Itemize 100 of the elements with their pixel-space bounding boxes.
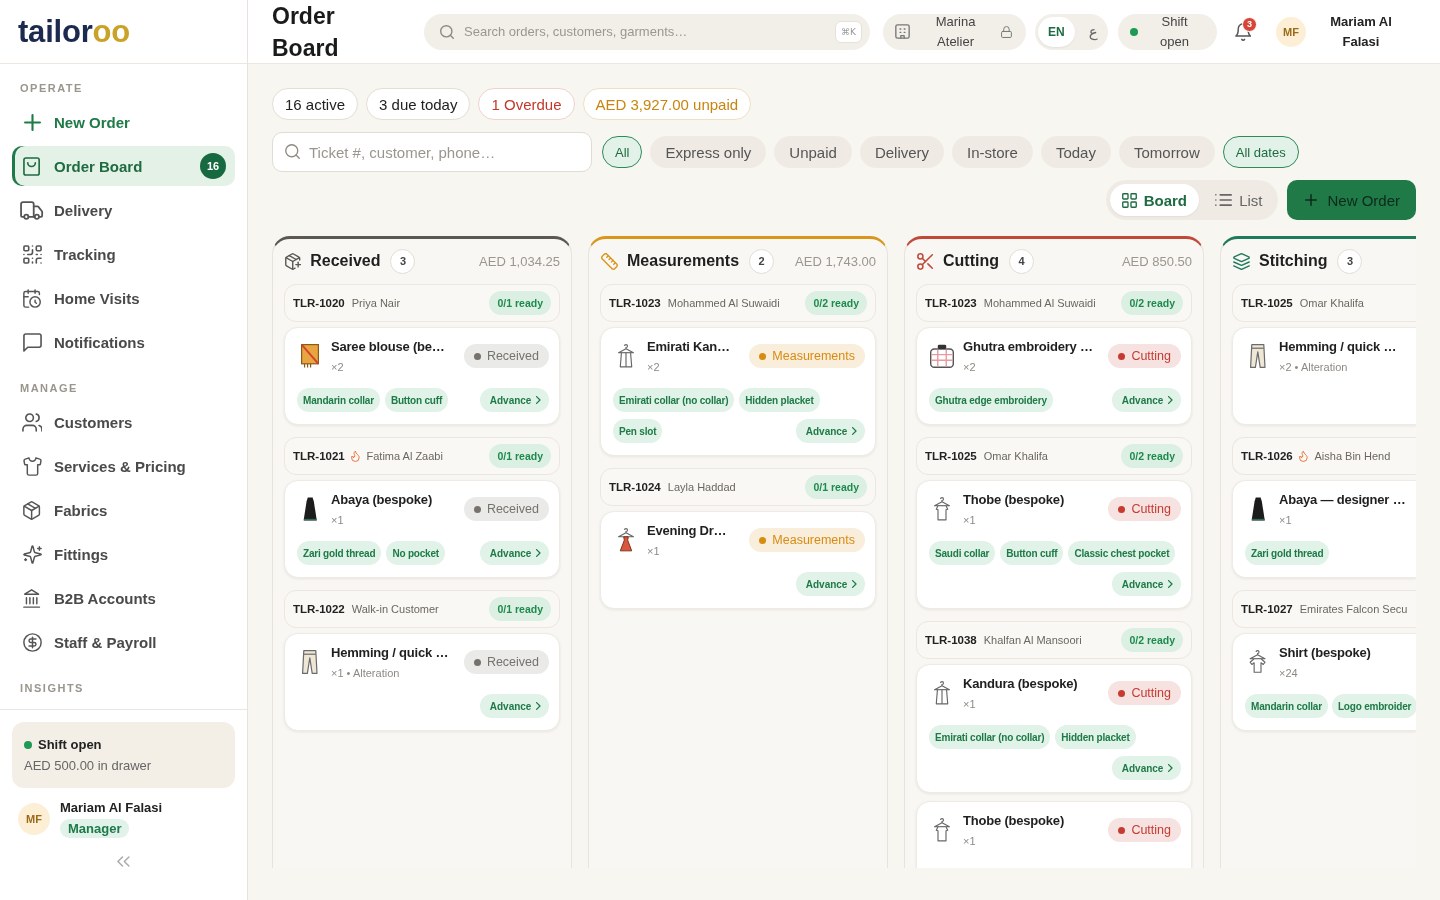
count-badge: 4 bbox=[1009, 248, 1034, 274]
ticket-header[interactable]: TLR-1020 Priya Nair 0/1 ready bbox=[284, 284, 560, 322]
customer-name: Walk-in Customer bbox=[351, 603, 439, 615]
search-icon bbox=[285, 144, 300, 159]
option-tag: No pocket bbox=[386, 541, 445, 565]
hanger-shirt-icon bbox=[1249, 650, 1267, 674]
notification-count: 3 bbox=[1242, 16, 1257, 32]
view-tab[interactable]: Board bbox=[1109, 184, 1199, 216]
nav-item[interactable]: Staff & Payroll bbox=[12, 622, 235, 662]
customer-name: Mohammed Al Suwaidi bbox=[667, 297, 780, 309]
layers-icon bbox=[1233, 252, 1250, 270]
order-card[interactable]: Hemming / quick … ×1 • Alteration Received Advance bbox=[284, 633, 560, 731]
customer-name: Omar Khalifa bbox=[1299, 297, 1364, 309]
ticket-number: TLR-1027 bbox=[1241, 603, 1293, 615]
option-tag: Emirati collar (no collar) bbox=[929, 725, 1051, 749]
nav-item[interactable]: B2B Accounts bbox=[12, 578, 235, 618]
ticket-header[interactable]: TLR-1021 Fatima Al Zaabi 0/1 ready bbox=[284, 437, 560, 475]
ticket-header[interactable]: TLR-1022 Walk-in Customer 0/1 ready bbox=[284, 590, 560, 628]
ticket-number: TLR-1025 bbox=[925, 450, 977, 462]
advance-button[interactable]: Advance bbox=[479, 694, 549, 718]
order-card[interactable]: Thobe (bespoke) ×1 Cutting bbox=[916, 801, 1192, 868]
nav-item[interactable]: Notifications bbox=[12, 322, 235, 362]
order-card[interactable]: Ghutra embroidery … ×2 Cutting Ghutra edge embroidery Advance bbox=[916, 327, 1192, 425]
shift-status-button[interactable]: Shift open bbox=[1118, 13, 1217, 50]
notifications-button[interactable]: 3 bbox=[1230, 18, 1256, 45]
advance-button[interactable]: Advance bbox=[479, 388, 549, 412]
user-name: Mariam Al Falasi bbox=[60, 800, 163, 815]
ticket-header[interactable]: TLR-1027 Emirates Falcon Secu bbox=[1232, 590, 1416, 628]
item-meta: ×1 bbox=[331, 513, 344, 527]
item-name: Emirati Kan… bbox=[647, 338, 730, 356]
ticket-header[interactable]: TLR-1026 Aisha Bin Hend bbox=[1232, 437, 1416, 475]
nav-item[interactable]: New Order bbox=[12, 102, 235, 142]
ticket-header[interactable]: TLR-1023 Mohammed Al Suwaidi 0/2 ready bbox=[600, 284, 876, 322]
summary-chip: AED 3,927.00 unpaid bbox=[582, 88, 752, 120]
filter-chip[interactable]: Today bbox=[1040, 136, 1111, 168]
ready-count-badge: 0/1 ready bbox=[489, 444, 551, 468]
list-icon bbox=[1215, 194, 1233, 206]
scissors-icon bbox=[917, 252, 934, 270]
advance-button[interactable]: Advance bbox=[795, 572, 865, 596]
advance-button[interactable]: Advance bbox=[1111, 756, 1181, 780]
filter-chip[interactable]: Delivery bbox=[859, 136, 945, 168]
nav-item[interactable]: Tracking bbox=[12, 234, 235, 274]
branch-selector[interactable]: Marina Atelier bbox=[883, 13, 1026, 50]
filter-chip[interactable]: All dates bbox=[1222, 136, 1299, 168]
nav-item[interactable]: Services & Pricing bbox=[12, 446, 235, 486]
nav-item[interactable]: Home Visits bbox=[12, 278, 235, 318]
collapse-sidebar-icon[interactable] bbox=[117, 856, 130, 867]
nav-item[interactable]: Order Board 16 bbox=[12, 146, 235, 186]
order-card[interactable]: Saree blouse (be… ×2 Received Mandarin collar Button cuff Advance bbox=[284, 327, 560, 425]
dollar-circle-icon bbox=[22, 632, 42, 652]
column-title: Measurements bbox=[627, 252, 740, 270]
order-card[interactable]: Shirt (bespoke) ×24 Mandarin collar Logo embroider bbox=[1232, 633, 1416, 731]
item-name: Abaya — designer … bbox=[1279, 491, 1406, 509]
option-tag: Hidden placket bbox=[739, 388, 820, 412]
view-tab[interactable]: List bbox=[1203, 184, 1275, 216]
ticket-header[interactable]: TLR-1025 Omar Khalifa 0/2 ready bbox=[916, 437, 1192, 475]
nav-item[interactable]: Customers bbox=[12, 402, 235, 442]
ticket-header[interactable]: TLR-1024 Layla Haddad 0/1 ready bbox=[600, 468, 876, 506]
ticket-number: TLR-1026 bbox=[1241, 450, 1293, 462]
option-tag: Hidden placket bbox=[1055, 725, 1136, 749]
order-card[interactable]: Thobe (bespoke) ×1 Cutting Saudi collar Button cuff Classic chest pocket Advance bbox=[916, 480, 1192, 609]
section-label: INSIGHTS bbox=[20, 681, 84, 696]
item-meta: ×1 bbox=[963, 697, 976, 711]
ticket-header[interactable]: TLR-1025 Omar Khalifa bbox=[1232, 284, 1416, 322]
language-option[interactable]: EN bbox=[1038, 16, 1075, 47]
item-name: Shirt (bespoke) bbox=[1279, 644, 1371, 662]
ready-count-badge: 0/1 ready bbox=[489, 291, 551, 315]
advance-button[interactable]: Advance bbox=[795, 419, 865, 443]
users-icon bbox=[21, 412, 43, 432]
nav-item[interactable]: Fittings bbox=[12, 534, 235, 574]
item-meta: ×24 bbox=[1279, 666, 1298, 680]
filter-chip[interactable]: Tomorrow bbox=[1118, 136, 1215, 168]
search-field[interactable]: Ticket #, customer, phone… bbox=[272, 132, 592, 172]
order-card[interactable]: Evening Dr… ×1 Measurements Advance bbox=[600, 511, 876, 609]
trousers-icon bbox=[1250, 344, 1266, 368]
filter-chip[interactable]: Express only bbox=[650, 136, 767, 168]
order-card[interactable]: Emirati Kan… ×2 Measurements Emirati collar (no collar) Hidden placket Pen slot Advance bbox=[600, 327, 876, 456]
advance-button[interactable]: Advance bbox=[1111, 572, 1181, 596]
ticket-number: TLR-1021 bbox=[293, 450, 345, 462]
ticket-number: TLR-1020 bbox=[293, 297, 345, 309]
chevron-right-icon bbox=[852, 427, 857, 435]
advance-button[interactable]: Advance bbox=[479, 541, 549, 565]
ready-count-badge: 0/2 ready bbox=[1121, 444, 1183, 468]
nav-item[interactable]: Delivery bbox=[12, 190, 235, 230]
order-card[interactable]: Hemming / quick … ×2 • Alteration bbox=[1232, 327, 1416, 425]
order-card[interactable]: Kandura (bespoke) ×1 Cutting Emirati collar (no collar) Hidden placket Advance bbox=[916, 664, 1192, 793]
shirt-icon bbox=[22, 456, 42, 476]
order-card[interactable]: Abaya (bespoke) ×1 Received Zari gold thread No pocket Advance bbox=[284, 480, 560, 578]
filter-chip[interactable]: In-store bbox=[952, 136, 1033, 168]
ticket-header[interactable]: TLR-1023 Mohammed Al Suwaidi 0/2 ready bbox=[916, 284, 1192, 322]
language-option[interactable]: ع bbox=[1078, 16, 1108, 47]
filter-chip[interactable]: Unpaid bbox=[774, 136, 852, 168]
order-card[interactable]: Abaya — designer … ×1 Zari gold thread bbox=[1232, 480, 1416, 578]
bell-icon bbox=[1234, 22, 1252, 41]
filter-chip[interactable]: All bbox=[602, 136, 643, 168]
item-meta: ×1 • Alteration bbox=[331, 666, 400, 680]
ticket-number: TLR-1024 bbox=[609, 481, 661, 493]
ticket-header[interactable]: TLR-1038 Khalfan Al Mansoori 0/2 ready bbox=[916, 621, 1192, 659]
advance-button[interactable]: Advance bbox=[1111, 388, 1181, 412]
nav-item[interactable]: Fabrics bbox=[12, 490, 235, 530]
